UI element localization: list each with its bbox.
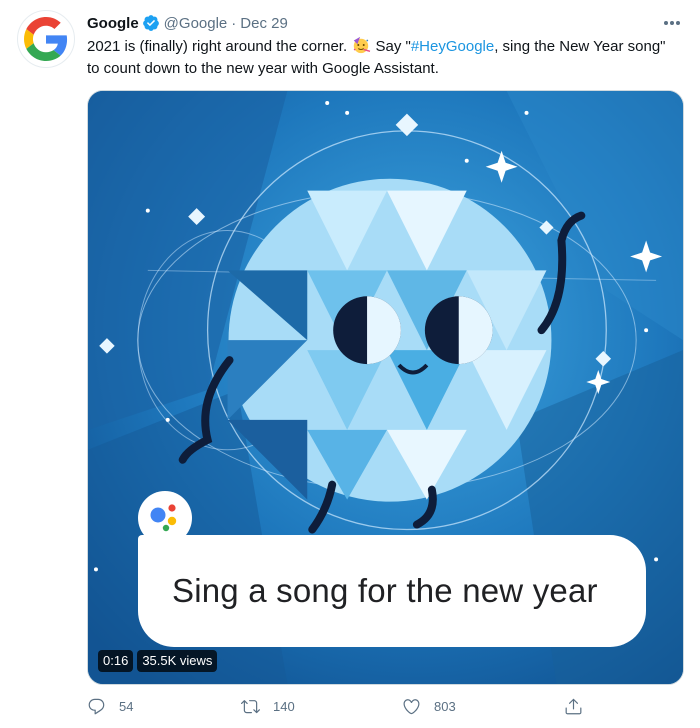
author-handle[interactable]: @Google [164,15,228,32]
video-views: 35.5K views [137,650,218,672]
avatar[interactable] [17,10,75,68]
reply-icon [88,698,105,714]
retweet-count: 140 [273,698,295,714]
reply-count: 54 [119,698,134,714]
separator-dot: · [231,14,237,32]
tweet-text-part2: Say " [371,38,411,55]
more-icon[interactable] [662,13,682,33]
hashtag-link[interactable]: #HeyGoogle [411,38,494,55]
tweet-text: 2021 is (finally) right around the corne… [87,36,677,80]
verified-badge-icon [142,15,159,31]
author-name[interactable]: Google [87,15,139,32]
assistant-speech-bubble: Sing a song for the new year [138,535,646,647]
tweet-text-part1: 2021 is (finally) right around the corne… [87,38,352,55]
retweet-icon [241,699,260,713]
tweet-date[interactable]: Dec 29 [240,15,288,32]
tweet-header: Google @Google · Dec 29 [87,13,288,33]
tweet[interactable]: Google @Google · Dec 29 2021 is (finally… [0,0,700,728]
video-info-badge: 0:16 35.5K views [98,650,218,672]
party-face-emoji-icon [354,36,371,54]
bubble-text: Sing a song for the new year [172,572,598,609]
share-icon [565,698,582,714]
reply-button[interactable]: 54 [87,692,133,720]
like-button[interactable]: 803 [402,692,456,720]
google-g-logo-icon [24,17,68,61]
share-button[interactable] [564,692,596,720]
video-duration: 0:16 [98,650,134,672]
heart-icon [403,698,420,714]
retweet-button[interactable]: 140 [241,692,295,720]
video-player[interactable]: Sing a song for the new year 0:16 35.5K … [87,90,684,685]
like-count: 803 [434,698,456,714]
tweet-actions: 54 140 803 [87,692,587,720]
